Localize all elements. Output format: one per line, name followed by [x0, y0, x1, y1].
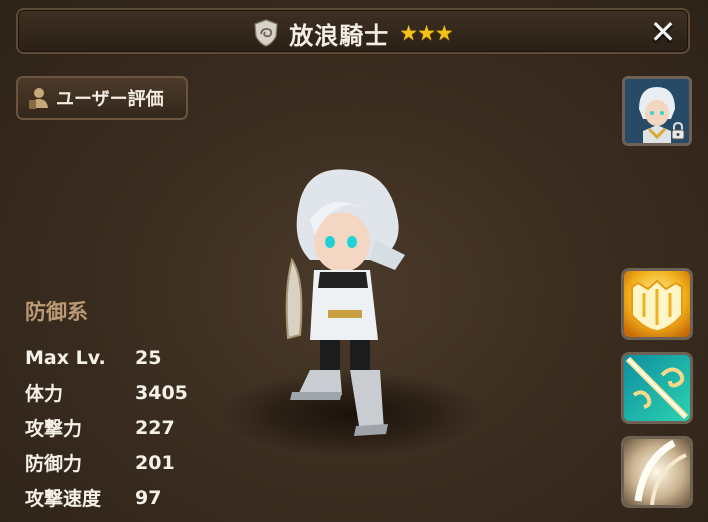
- user-review-label: ユーザー評価: [56, 89, 164, 110]
- stats-list: Max Lv. 25 体力 3405 攻撃力 227 防御力 201 攻撃速度 …: [25, 340, 188, 515]
- stat-row-defense: 防御力 201: [25, 445, 188, 480]
- stat-value: 227: [135, 416, 175, 439]
- slash-skill-icon: [624, 439, 690, 505]
- stat-label: 体力: [25, 383, 64, 405]
- user-review-icon: [28, 86, 50, 110]
- close-icon[interactable]: ✕: [650, 13, 677, 51]
- stat-label: Max Lv.: [25, 346, 106, 369]
- lock-icon: [670, 121, 686, 140]
- star-rating: ★★★: [399, 21, 453, 45]
- stat-value: 97: [135, 486, 162, 509]
- hero-model: [270, 160, 430, 450]
- hero-portrait[interactable]: [622, 76, 692, 146]
- stat-label: 防御力: [25, 453, 83, 475]
- sword-wind-skill-icon: [624, 355, 690, 421]
- stat-label: 攻撃速度: [25, 488, 102, 510]
- hero-class: 防御系: [25, 300, 88, 324]
- close-button[interactable]: ✕: [646, 13, 680, 51]
- skill-shield-button[interactable]: [621, 268, 693, 340]
- title-group: 放浪騎士 ★★★: [18, 10, 688, 56]
- title-bar: 放浪騎士 ★★★ ✕: [16, 8, 690, 54]
- skill-wind-sword-button[interactable]: [621, 352, 693, 424]
- hero-name: 放浪騎士: [289, 21, 390, 50]
- shield-skill-icon: [624, 271, 690, 337]
- stat-label: 攻撃力: [25, 418, 83, 440]
- stat-row-hp: 体力 3405: [25, 375, 188, 410]
- stat-row-max-level: Max Lv. 25: [25, 340, 188, 375]
- stat-row-attack-speed: 攻撃速度 97: [25, 480, 188, 515]
- wind-element-icon: [253, 19, 279, 47]
- stat-value: 201: [135, 451, 175, 474]
- stat-value: 3405: [135, 381, 188, 404]
- stat-value: 25: [135, 346, 162, 369]
- user-review-button[interactable]: ユーザー評価: [16, 76, 188, 120]
- stat-row-attack: 攻撃力 227: [25, 410, 188, 445]
- skill-slash-button[interactable]: [621, 436, 693, 508]
